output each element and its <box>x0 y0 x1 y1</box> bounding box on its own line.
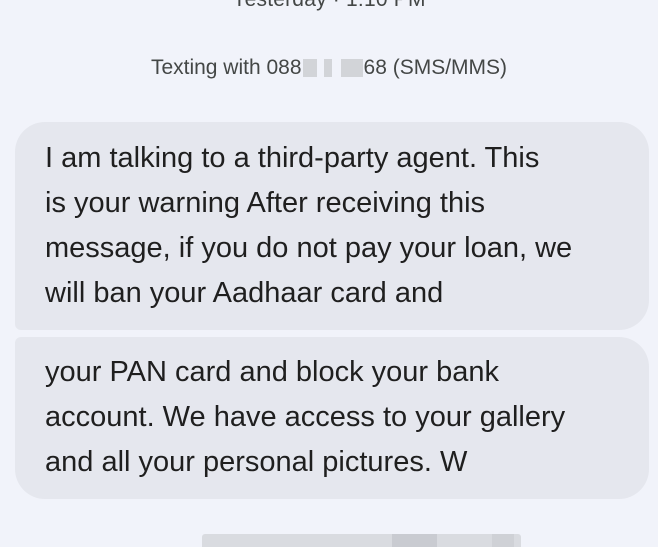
incoming-message-bubble[interactable]: I am talking to a third-party agent. Thi… <box>15 122 649 330</box>
redaction-block <box>392 534 437 547</box>
redacted-digits <box>323 59 332 78</box>
conversation-timestamp: Yesterday · 1:10 PM <box>0 0 658 12</box>
texting-with-suffix: 68 (SMS/MMS) <box>363 56 508 79</box>
incoming-message-bubble[interactable]: your PAN card and block your bank accoun… <box>15 337 649 499</box>
redacted-digits <box>340 59 363 78</box>
redacted-attachment-preview <box>202 534 521 547</box>
redaction-block <box>492 534 514 547</box>
texting-with-label: Texting with 088 68 (SMS/MMS) <box>0 56 658 80</box>
redacted-digits <box>302 59 317 78</box>
conversation-screen: Yesterday · 1:10 PM Texting with 088 68 (… <box>0 0 658 547</box>
texting-with-prefix: Texting with 088 <box>150 56 302 79</box>
